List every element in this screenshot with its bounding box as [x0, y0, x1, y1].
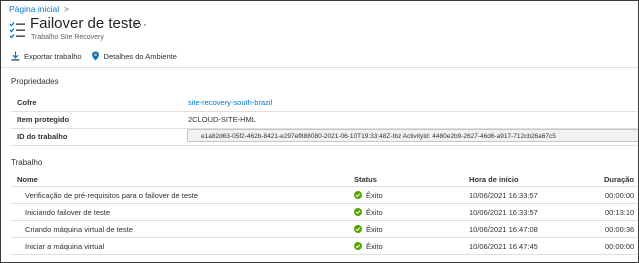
step-duration: 00:00:00: [605, 190, 635, 200]
toolbar: Exportar trabalho Detalhes do Ambiente: [11, 51, 186, 61]
job-steps-table: Nome Status Hora de início Duração Verif…: [11, 172, 637, 255]
step-status-label: Êxito: [366, 207, 383, 217]
table-header: Nome Status Hora de início Duração: [11, 172, 637, 187]
step-start-time: 10/06/2021 16:33:57: [469, 190, 538, 200]
breadcrumb-home-link[interactable]: Página inicial: [9, 4, 59, 14]
location-pin-icon: [91, 51, 99, 61]
step-name: Iniciar a máquina virtual: [25, 241, 105, 251]
step-start-time: 10/06/2021 16:47:45: [469, 241, 538, 251]
step-status-label: Êxito: [366, 190, 383, 200]
step-status: Êxito: [354, 221, 383, 237]
download-icon: [11, 51, 20, 61]
job-id-label: ID do trabalho: [17, 132, 68, 141]
step-duration: 00:00:00: [605, 241, 635, 251]
step-name: Iniciando failover de teste: [25, 207, 111, 217]
step-start-time: 10/06/2021 16:33:57: [469, 207, 538, 217]
job-list-icon: [9, 22, 25, 39]
column-header-start-time[interactable]: Hora de início: [469, 172, 519, 186]
protected-item-value: 2CLOUD-SITE-HML: [188, 115, 256, 124]
vault-label: Cofre: [17, 98, 37, 107]
environment-details-label: Detalhes do Ambiente: [103, 51, 177, 61]
step-status: Êxito: [354, 187, 383, 203]
step-status: Êxito: [354, 238, 383, 254]
success-check-icon: [354, 191, 362, 199]
job-section-title: Trabalho: [11, 158, 43, 167]
column-header-status[interactable]: Status: [354, 172, 377, 186]
job-id-field[interactable]: e1a82d63-05f2-462b-8421-e297ef888080-202…: [187, 129, 638, 142]
export-job-button[interactable]: Exportar trabalho: [11, 51, 82, 61]
step-name: Criando máquina virtual de teste: [25, 224, 133, 234]
column-header-duration[interactable]: Duração: [604, 172, 634, 186]
table-row[interactable]: Iniciar a máquina virtual Êxito 10/06/2021…: [11, 238, 637, 255]
step-duration: 00:00:36: [605, 224, 635, 234]
step-status-label: Êxito: [366, 241, 383, 251]
step-start-time: 10/06/2021 16:47:08: [469, 224, 538, 234]
protected-item-row: Item protegido 2CLOUD-SITE-HML: [11, 111, 637, 129]
step-status: Êxito: [354, 204, 383, 220]
job-id-row: ID do trabalho e1a82d63-05f2-462b-8421-e…: [11, 128, 638, 146]
column-header-name[interactable]: Nome: [17, 172, 38, 186]
step-status-label: Êxito: [366, 224, 383, 234]
more-options-button[interactable]: ···: [134, 17, 148, 31]
vault-link[interactable]: site-recovery-south-brazil: [188, 98, 272, 107]
table-row[interactable]: Iniciando failover de teste Êxito 10/06/20…: [11, 204, 637, 221]
job-details-blade: Página inicial > Failover de teste ··· T…: [0, 0, 639, 263]
page-subtitle: Trabalho Site Recovery: [31, 34, 104, 41]
step-duration: 00:13:10: [605, 207, 635, 217]
page-title: Failover de teste: [30, 15, 141, 32]
header-divider: [1, 67, 638, 68]
step-name: Verificação de pré-requisitos para o fai…: [25, 190, 199, 200]
export-job-label: Exportar trabalho: [24, 51, 82, 61]
table-row[interactable]: Criando máquina virtual de teste Êxito 10/…: [11, 221, 637, 238]
protected-item-label: Item protegido: [17, 115, 70, 124]
environment-details-button[interactable]: Detalhes do Ambiente: [91, 51, 177, 61]
properties-section-title: Propriedades: [11, 77, 59, 86]
success-check-icon: [354, 208, 362, 216]
breadcrumb-separator: >: [64, 4, 69, 14]
success-check-icon: [354, 242, 362, 250]
success-check-icon: [354, 225, 362, 233]
breadcrumb: Página inicial >: [9, 4, 69, 14]
table-body: Verificação de pré-requisitos para o fai…: [11, 187, 637, 255]
vault-row: Cofre site-recovery-south-brazil: [11, 94, 637, 112]
table-row[interactable]: Verificação de pré-requisitos para o fai…: [11, 187, 637, 204]
